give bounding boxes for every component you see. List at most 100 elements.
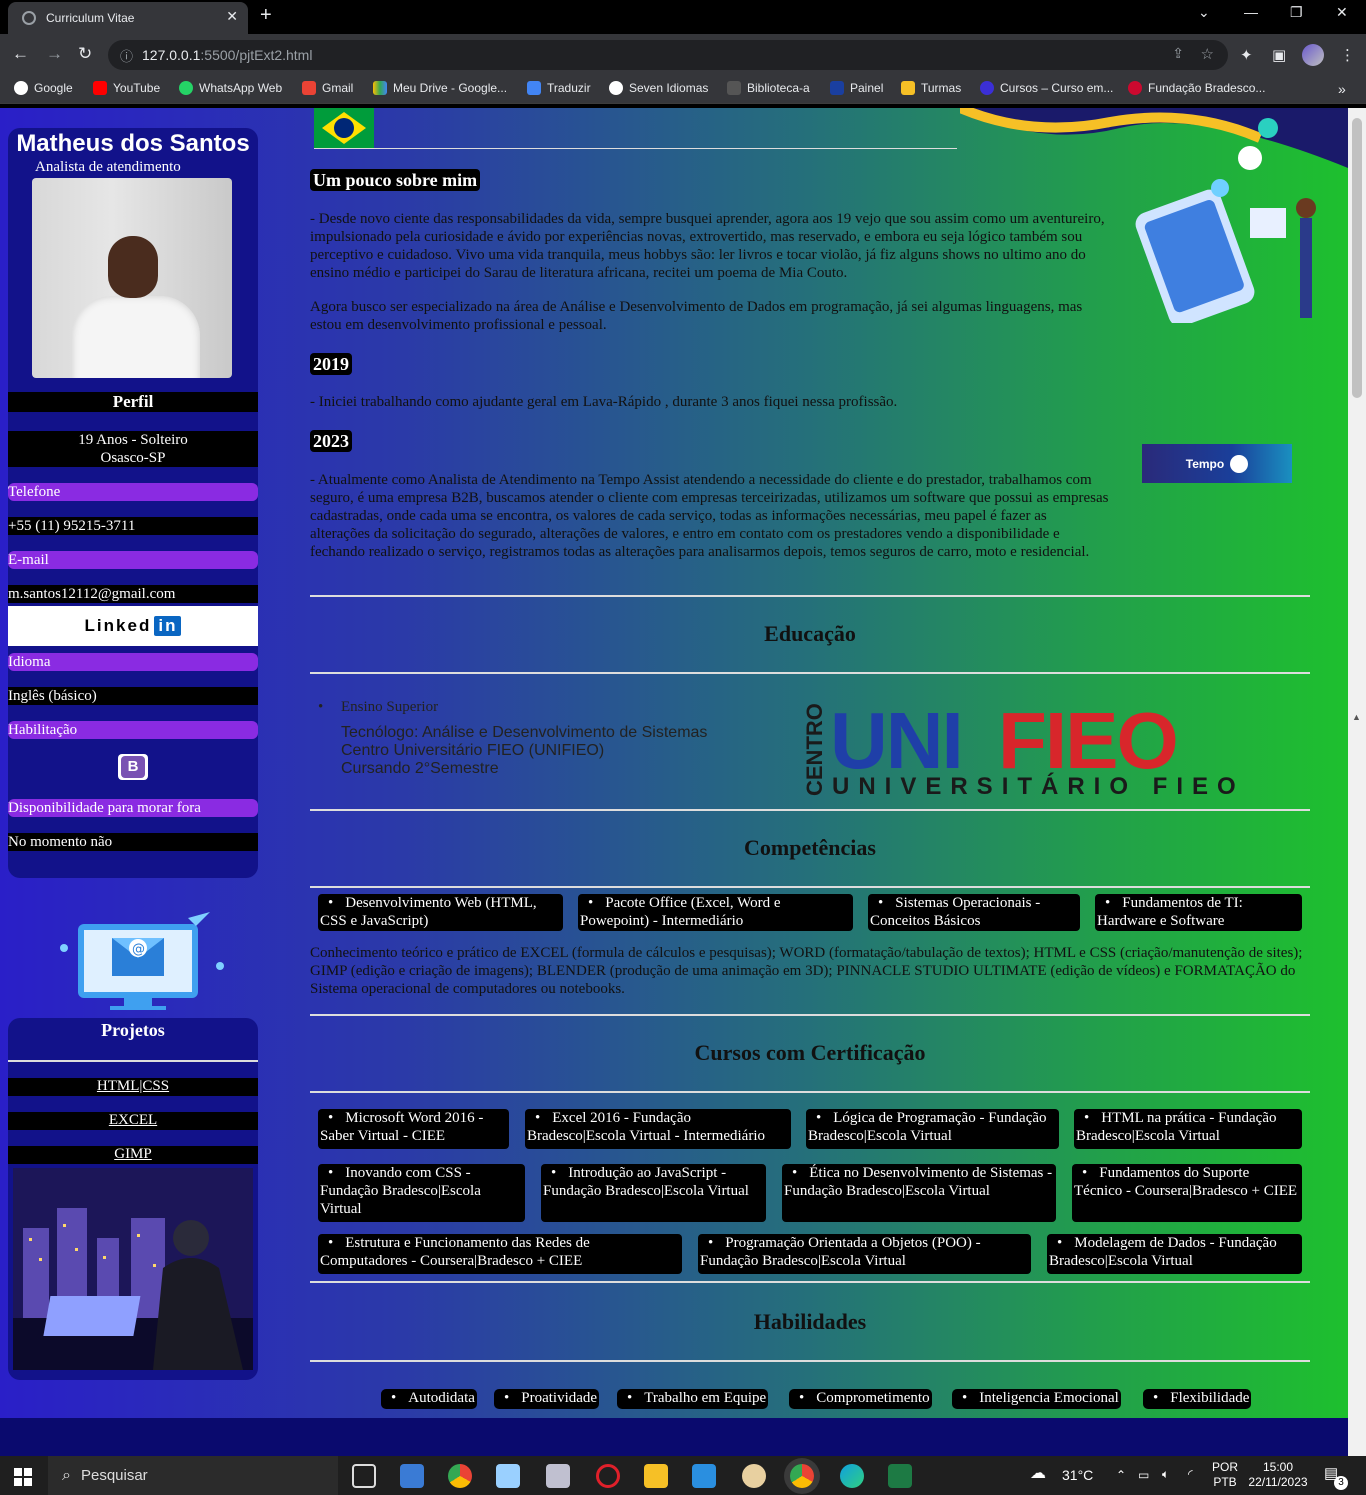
education-course: Tecnólogo: Análise e Desenvolvimento de … (341, 724, 708, 741)
city: Osasco-SP (100, 450, 166, 466)
education-status: Cursando 2°Semestre (341, 760, 499, 777)
certification-item: Modelagem de Dados - Fundação Bradesco|E… (1047, 1234, 1302, 1274)
certification-item: Ética no Desenvolvimento de Sistemas - F… (782, 1164, 1056, 1222)
battery-icon[interactable]: ▭ (1138, 1468, 1149, 1483)
license-label: Habilitação (8, 721, 258, 739)
side-panel-icon[interactable]: ▣ (1272, 46, 1286, 64)
address-bar[interactable]: ⓘ 127.0.0.1:5500/pjtExt2.html ⇪ ☆ (108, 40, 1228, 70)
projects-box: Projetos HTML|CSS EXCEL GIMP (8, 1018, 258, 1380)
taskbar-search[interactable]: ⌕ Pesquisar (48, 1456, 338, 1495)
profile-name: Matheus dos Santos (16, 130, 250, 157)
minimize-icon[interactable]: — (1244, 4, 1258, 20)
language-label: Idioma (8, 653, 258, 671)
close-tab-icon[interactable]: ✕ (226, 8, 238, 25)
relocation-value: No momento não (8, 833, 258, 851)
excel-icon[interactable] (888, 1464, 912, 1488)
gimp-icon[interactable] (742, 1464, 766, 1488)
weather-icon[interactable]: ☁ (1030, 1466, 1046, 1482)
store-icon[interactable] (400, 1464, 424, 1488)
skills-title: Habilidades (753, 1309, 867, 1334)
certification-item: Introdução ao JavaScript - Fundação Brad… (541, 1164, 766, 1222)
license-b-icon: B (118, 754, 148, 780)
scroll-up-icon[interactable]: ▲ (1352, 712, 1361, 722)
tab-title: Curriculum Vitae (46, 11, 135, 25)
certification-item: HTML na prática - Fundação Bradesco|Esco… (1074, 1109, 1302, 1149)
browser-toolbar: ← → ↻ ⓘ 127.0.0.1:5500/pjtExt2.html ⇪ ☆ … (0, 34, 1366, 76)
task-view-icon[interactable] (352, 1464, 376, 1488)
windows-start-icon[interactable] (14, 1468, 32, 1486)
project-link-excel[interactable]: EXCEL (8, 1112, 258, 1130)
bookmark-google[interactable]: Google (14, 81, 73, 95)
notes-icon[interactable] (496, 1464, 520, 1488)
browser-tab[interactable]: Curriculum Vitae ✕ (8, 2, 248, 34)
divider-1 (310, 595, 1310, 597)
linkedin-link[interactable]: Linked in (8, 606, 258, 646)
tempo-assist-logo: Tempo (1142, 444, 1292, 483)
new-tab-icon[interactable]: + (260, 4, 272, 27)
more-bookmarks-icon[interactable]: » (1338, 81, 1346, 97)
bookmarks-bar: Google YouTube WhatsApp Web Gmail Meu Dr… (0, 76, 1366, 104)
opera-icon[interactable] (596, 1464, 620, 1488)
competency-item: Pacote Office (Excel, Word e Powepoint) … (578, 894, 853, 931)
bookmark-translate[interactable]: Traduzir (527, 81, 591, 95)
perfil-heading: Perfil (8, 392, 258, 412)
competencies-text: Conhecimento teórico e prático de EXCEL … (310, 945, 1303, 997)
project-link-html-css[interactable]: HTML|CSS (8, 1078, 258, 1096)
competency-item: Desenvolvimento Web (HTML, CSS e JavaScr… (318, 894, 563, 931)
skill-item: Proatividade (494, 1389, 600, 1409)
volume-icon[interactable]: 🔈︎ (1162, 1467, 1169, 1482)
svg-text:FIEO: FIEO (998, 698, 1177, 785)
menu-icon[interactable]: ⋮ (1340, 46, 1355, 64)
restore-icon[interactable]: ❐ (1290, 4, 1303, 21)
bookmark-drive[interactable]: Meu Drive - Google... (373, 81, 507, 95)
bookmark-cursos[interactable]: Cursos – Curso em... (980, 81, 1113, 95)
forward-icon[interactable]: → (46, 44, 63, 64)
back-icon[interactable]: ← (12, 44, 29, 64)
education-level: • Ensino Superior (318, 699, 439, 715)
share-icon[interactable]: ⇪ (1172, 45, 1184, 62)
phone-label: Telefone (8, 483, 258, 501)
paint-icon[interactable] (546, 1464, 570, 1488)
competencies-title: Competências (744, 835, 876, 860)
unifieo-logo: CENTRO UNI FIEO UNIVERSITÁRIO FIEO (802, 698, 1236, 798)
file-explorer-icon[interactable] (644, 1464, 668, 1488)
edge-icon[interactable] (840, 1464, 864, 1488)
about-paragraph-1: - Desde novo ciente das responsabilidade… (310, 211, 1105, 281)
close-window-icon[interactable]: ✕ (1336, 4, 1348, 21)
extensions-icon[interactable]: ✦ (1240, 46, 1253, 64)
bookmark-biblioteca[interactable]: Biblioteca-a (727, 81, 810, 95)
divider-3 (310, 809, 1310, 811)
about-heading: Um pouco sobre mim (310, 169, 481, 191)
email-value: m.santos12112@gmail.com (8, 585, 258, 603)
page-scrollbar[interactable]: ▲ (1348, 108, 1366, 1456)
scrollbar-thumb[interactable] (1352, 118, 1362, 398)
certification-item: Excel 2016 - Fundação Bradesco|Escola Vi… (525, 1109, 791, 1149)
skill-item: Trabalho em Equipe (617, 1389, 769, 1409)
about-paragraph-2: Agora busco ser especializado na área de… (310, 299, 1083, 333)
bookmark-fundacao-bradesco[interactable]: Fundação Bradesco... (1128, 81, 1265, 95)
chrome-icon[interactable] (448, 1464, 472, 1488)
bookmark-turmas[interactable]: Turmas (901, 81, 961, 95)
clock[interactable]: 15:00 22/11/2023 (1246, 1460, 1310, 1490)
bookmark-painel[interactable]: Painel (830, 81, 883, 95)
browser-tab-strip: Curriculum Vitae ✕ + ⌄ — ❐ ✕ (0, 0, 1366, 34)
bookmark-youtube[interactable]: YouTube (93, 81, 160, 95)
tray-chevron-icon[interactable]: ⌃ (1116, 1468, 1126, 1483)
bookmark-seven-idiomas[interactable]: Seven Idiomas (609, 81, 708, 95)
weather-temp[interactable]: 31°C (1062, 1468, 1093, 1483)
profile-avatar[interactable] (1302, 44, 1324, 66)
relocation-label: Disponibilidade para morar fora (8, 799, 258, 817)
linkedin-in: in (154, 616, 182, 636)
bookmark-star-icon[interactable]: ☆ (1201, 45, 1214, 63)
network-icon[interactable]: ◜ (1188, 1467, 1193, 1482)
vscode-icon[interactable] (692, 1464, 716, 1488)
bookmark-gmail[interactable]: Gmail (302, 81, 353, 95)
project-link-gimp[interactable]: GIMP (8, 1146, 258, 1164)
tab-search-icon[interactable]: ⌄ (1198, 4, 1210, 21)
bookmark-whatsapp[interactable]: WhatsApp Web (179, 81, 282, 95)
chrome-active-icon[interactable] (790, 1464, 814, 1488)
reload-icon[interactable]: ↻ (78, 44, 92, 64)
certifications-title: Cursos com Certificação (694, 1040, 926, 1065)
language-indicator[interactable]: POR PTB (1212, 1460, 1238, 1490)
info-icon[interactable]: ⓘ (120, 46, 133, 65)
